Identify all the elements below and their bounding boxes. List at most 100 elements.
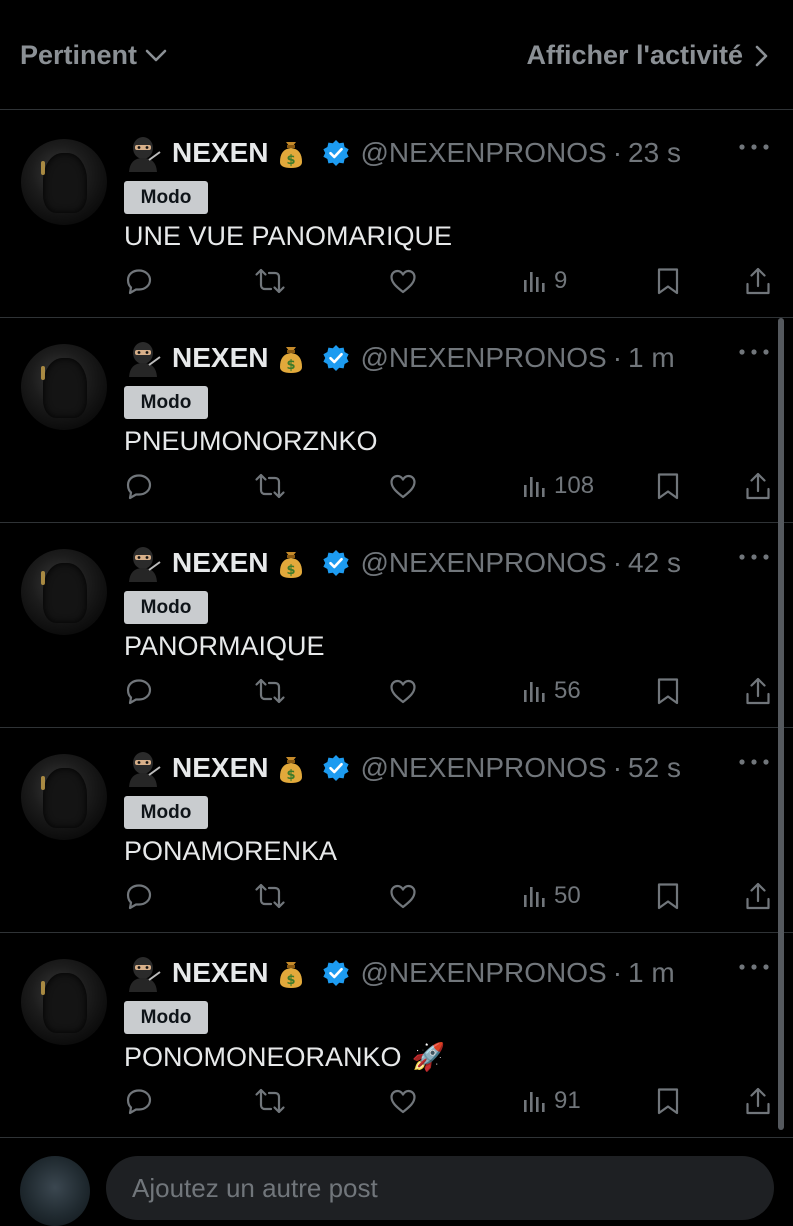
reply-icon <box>124 471 154 501</box>
share-button[interactable] <box>744 671 772 711</box>
share-button[interactable] <box>744 466 772 506</box>
like-button[interactable] <box>388 261 418 301</box>
bookmark-button[interactable] <box>655 876 681 916</box>
post-timestamp[interactable]: 23 s <box>628 137 681 169</box>
verified-badge-icon <box>322 139 350 167</box>
post-timestamp[interactable]: 1 m <box>628 957 675 989</box>
views-button[interactable]: 9 <box>522 261 567 301</box>
author-handle[interactable]: @NEXENPRONOS <box>360 547 606 579</box>
svg-text:$: $ <box>287 153 296 168</box>
avatar-light <box>41 571 45 585</box>
repost-icon <box>254 1086 286 1116</box>
bookmark-button[interactable] <box>655 261 681 301</box>
avatar-figure <box>43 768 87 828</box>
views-button[interactable]: 108 <box>522 466 594 506</box>
verified-badge-icon <box>322 959 350 987</box>
svg-text:$: $ <box>287 768 296 783</box>
separator-dot: · <box>612 752 623 783</box>
reply-button[interactable] <box>124 466 154 506</box>
avatar-figure <box>43 358 87 418</box>
more-icon[interactable] <box>737 754 771 770</box>
bookmark-button[interactable] <box>655 466 681 506</box>
author-name[interactable]: NEXEN <box>172 137 268 169</box>
separator-dot: · <box>612 547 623 578</box>
post-text: PNEUMONORZNKO <box>124 426 378 456</box>
reply-button[interactable] <box>124 1081 154 1121</box>
post-text-row: PONAMORENKA <box>124 836 347 867</box>
more-icon[interactable] <box>737 139 771 155</box>
views-button[interactable]: 91 <box>522 1081 581 1121</box>
views-button[interactable]: 50 <box>522 876 581 916</box>
more-icon[interactable] <box>737 959 771 975</box>
avatar-light <box>41 776 45 790</box>
share-icon <box>744 266 772 296</box>
repost-icon <box>254 881 286 911</box>
author-name[interactable]: NEXEN <box>172 547 268 579</box>
reply-button[interactable] <box>124 671 154 711</box>
avatar[interactable] <box>21 549 107 635</box>
share-button[interactable] <box>744 876 772 916</box>
post-header: NEXEN $ @NEXENPRONOS · 1 m <box>124 336 675 380</box>
author-handle[interactable]: @NEXENPRONOS <box>360 137 606 169</box>
like-button[interactable] <box>388 671 418 711</box>
like-button[interactable] <box>388 1081 418 1121</box>
more-icon[interactable] <box>737 549 771 565</box>
views-count: 91 <box>554 1087 581 1114</box>
avatar[interactable] <box>21 959 107 1045</box>
repost-button[interactable] <box>254 671 286 711</box>
svg-text:$: $ <box>287 358 296 373</box>
current-user-avatar[interactable] <box>20 1156 90 1226</box>
post[interactable]: NEXEN $ @NEXENPRONOS · 42 s Modo PANORMA… <box>0 523 793 728</box>
ninja-emoji-icon <box>124 544 162 582</box>
share-button[interactable] <box>744 1081 772 1121</box>
repost-icon <box>254 676 286 706</box>
view-activity-button[interactable]: Afficher l'activité <box>527 40 770 71</box>
reply-button[interactable] <box>124 261 154 301</box>
sort-dropdown-button[interactable]: Pertinent <box>20 40 167 71</box>
post[interactable]: NEXEN $ @NEXENPRONOS · 52 s Modo PONAMOR… <box>0 728 793 933</box>
moderator-badge: Modo <box>124 1001 208 1034</box>
post[interactable]: NEXEN $ @NEXENPRONOS · 1 m <box>0 933 793 1138</box>
repost-button[interactable] <box>254 1081 286 1121</box>
post-text-row: PNEUMONORZNKO <box>124 426 388 457</box>
share-button[interactable] <box>744 261 772 301</box>
post-text-row: PONOMONEORANKO 🚀 <box>124 1041 445 1073</box>
view-activity-label: Afficher l'activité <box>526 40 744 70</box>
ninja-emoji-icon <box>124 134 162 172</box>
post-header: NEXEN $ @NEXENPRONOS · 42 s <box>124 541 681 585</box>
views-button[interactable]: 56 <box>522 671 581 711</box>
moderator-badge: Modo <box>124 796 208 829</box>
money-bag-emoji-icon: $ <box>274 546 308 580</box>
like-button[interactable] <box>388 466 418 506</box>
like-button[interactable] <box>388 876 418 916</box>
author-handle[interactable]: @NEXENPRONOS <box>360 752 606 784</box>
post[interactable]: NEXEN $ @NEXENPRONOS · 1 m <box>0 318 793 523</box>
post-header: NEXEN $ @NEXENPRONOS · 23 s <box>124 131 681 175</box>
post-actions: 9 <box>0 261 793 301</box>
heart-icon <box>388 266 418 296</box>
avatar-light <box>41 161 45 175</box>
bookmark-button[interactable] <box>655 1081 681 1121</box>
more-icon[interactable] <box>737 344 771 360</box>
avatar[interactable] <box>21 139 107 225</box>
author-name[interactable]: NEXEN <box>172 957 268 989</box>
post[interactable]: NEXEN $ @NEXENPRONOS · 23 s Modo UNE VUE… <box>0 113 793 318</box>
author-name[interactable]: NEXEN <box>172 752 268 784</box>
scrollbar[interactable] <box>778 318 784 1130</box>
repost-button[interactable] <box>254 876 286 916</box>
avatar-figure <box>43 563 87 623</box>
repost-button[interactable] <box>254 261 286 301</box>
post-timestamp[interactable]: 42 s <box>628 547 681 579</box>
author-handle[interactable]: @NEXENPRONOS <box>360 957 606 989</box>
bookmark-button[interactable] <box>655 671 681 711</box>
author-name[interactable]: NEXEN <box>172 342 268 374</box>
add-post-input[interactable]: Ajoutez un autre post <box>106 1156 774 1220</box>
post-timestamp[interactable]: 52 s <box>628 752 681 784</box>
author-handle[interactable]: @NEXENPRONOS <box>360 342 606 374</box>
post-timestamp[interactable]: 1 m <box>628 342 675 374</box>
repost-button[interactable] <box>254 466 286 506</box>
avatar[interactable] <box>21 754 107 840</box>
post-actions: 50 <box>0 876 793 916</box>
reply-button[interactable] <box>124 876 154 916</box>
avatar[interactable] <box>21 344 107 430</box>
